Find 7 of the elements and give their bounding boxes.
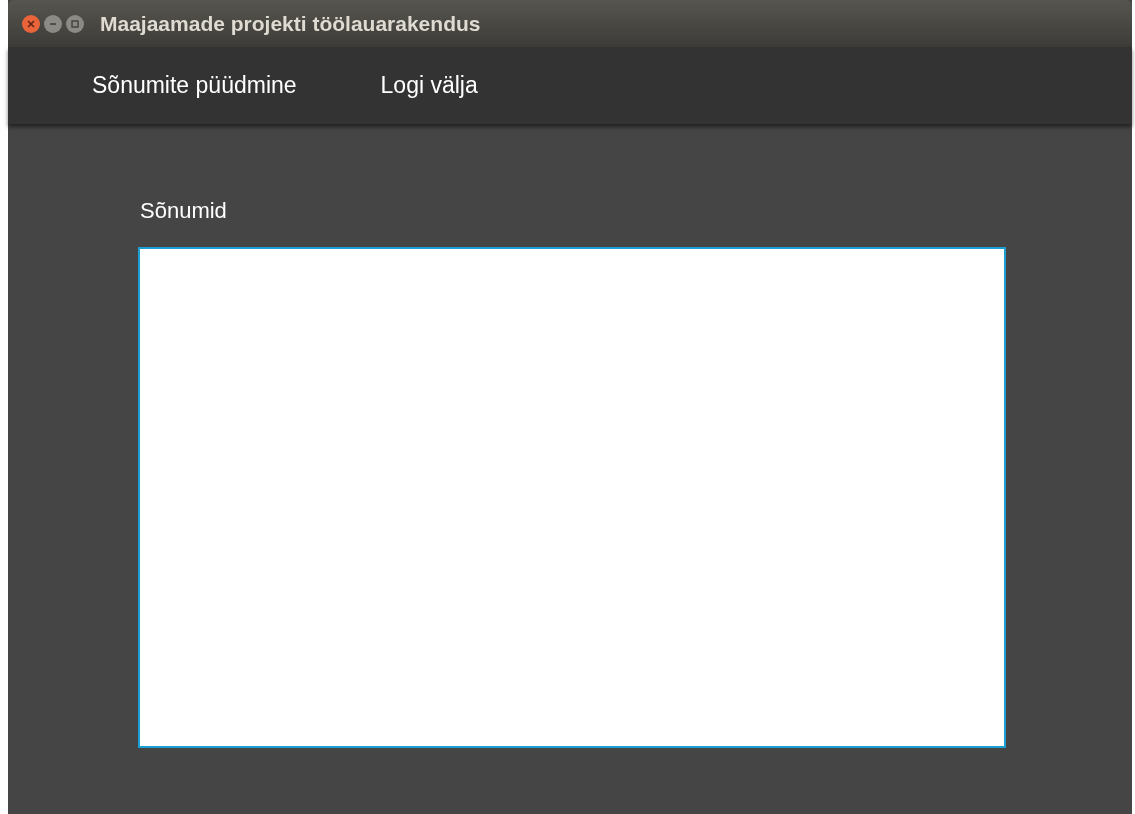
minimize-icon[interactable] bbox=[44, 14, 62, 33]
maximize-icon[interactable] bbox=[66, 14, 84, 33]
menu-item[interactable]: Sõnumite püüdmine bbox=[92, 68, 297, 103]
close-icon[interactable] bbox=[22, 14, 40, 33]
menu-item[interactable]: Logi välja bbox=[380, 68, 478, 103]
window-title: Maajaamade projekti töölauarakendus bbox=[100, 10, 481, 37]
messages-label: Sõnumid bbox=[140, 197, 228, 225]
